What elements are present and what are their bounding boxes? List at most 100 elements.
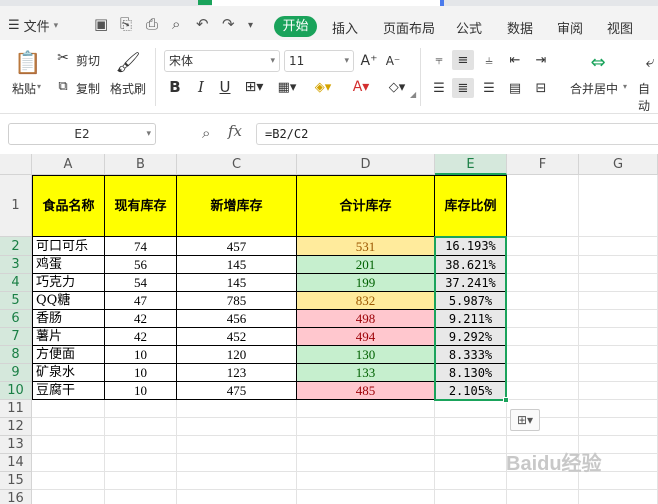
column-header-g[interactable]: G: [579, 154, 658, 175]
increase-font-icon[interactable]: A⁺: [360, 51, 378, 71]
cell[interactable]: [177, 400, 297, 418]
cell[interactable]: [435, 490, 507, 504]
redo-icon[interactable]: ↷: [222, 15, 235, 33]
cell[interactable]: [579, 418, 658, 436]
column-header-f[interactable]: F: [507, 154, 579, 175]
total-stock-cell[interactable]: 199: [297, 274, 435, 292]
row-header-14[interactable]: 14: [0, 454, 32, 472]
formula-input[interactable]: =B2/C2: [256, 123, 658, 145]
cell[interactable]: [32, 490, 105, 504]
row-header-11[interactable]: 11: [0, 400, 32, 418]
food-name-cell[interactable]: 薯片: [32, 328, 105, 346]
new-stock-cell[interactable]: 145: [177, 274, 297, 292]
auto-wrap-label[interactable]: 自动: [638, 80, 658, 114]
row-header-6[interactable]: 6: [0, 310, 32, 328]
current-stock-cell[interactable]: 56: [105, 256, 177, 274]
header-cell[interactable]: 合计库存: [297, 175, 435, 237]
indent-icon[interactable]: ⇥: [530, 50, 552, 70]
row-header-13[interactable]: 13: [0, 436, 32, 454]
merge-center-icon[interactable]: ⇔: [585, 50, 611, 74]
row-header-5[interactable]: 5: [0, 292, 32, 310]
bold-icon[interactable]: B: [166, 76, 184, 98]
justify-icon[interactable]: ▤: [504, 78, 526, 98]
italic-icon[interactable]: I: [192, 76, 210, 98]
save-icon[interactable]: ▣: [94, 15, 108, 33]
tab-insert[interactable]: 插入: [332, 18, 358, 37]
total-stock-cell[interactable]: 832: [297, 292, 435, 310]
cell[interactable]: [177, 472, 297, 490]
cell[interactable]: [105, 454, 177, 472]
tab-formula[interactable]: 公式: [456, 18, 482, 37]
food-name-cell[interactable]: 鸡蛋: [32, 256, 105, 274]
row-header-8[interactable]: 8: [0, 346, 32, 364]
cell[interactable]: [507, 237, 579, 256]
cell[interactable]: [435, 400, 507, 418]
stock-ratio-cell[interactable]: 16.193%: [435, 237, 507, 256]
new-stock-cell[interactable]: 145: [177, 256, 297, 274]
decrease-font-icon[interactable]: A⁻: [384, 51, 402, 71]
row-header-10[interactable]: 10: [0, 382, 32, 400]
column-header-b[interactable]: B: [105, 154, 177, 175]
food-name-cell[interactable]: 巧克力: [32, 274, 105, 292]
outdent-icon[interactable]: ⇤: [504, 50, 526, 70]
cell[interactable]: [507, 346, 579, 364]
cell[interactable]: [32, 400, 105, 418]
distributed-icon[interactable]: ⊟: [530, 78, 552, 98]
food-name-cell[interactable]: 矿泉水: [32, 364, 105, 382]
stock-ratio-cell[interactable]: 9.292%: [435, 328, 507, 346]
align-right-icon[interactable]: ☰: [478, 78, 500, 98]
borders-icon[interactable]: ⊞▾: [242, 76, 266, 98]
total-stock-cell[interactable]: 485: [297, 382, 435, 400]
tab-view[interactable]: 视图: [607, 18, 633, 37]
undo-icon[interactable]: ↶: [196, 15, 209, 33]
column-header-e[interactable]: E: [435, 154, 507, 175]
cut-label[interactable]: 剪切: [76, 52, 100, 69]
current-stock-cell[interactable]: 47: [105, 292, 177, 310]
cell[interactable]: [579, 364, 658, 382]
current-stock-cell[interactable]: 10: [105, 346, 177, 364]
cell[interactable]: [32, 436, 105, 454]
cell[interactable]: [297, 418, 435, 436]
new-stock-cell[interactable]: 123: [177, 364, 297, 382]
total-stock-cell[interactable]: 531: [297, 237, 435, 256]
fill-color-icon[interactable]: ◈▾: [310, 76, 336, 98]
header-cell[interactable]: 新增库存: [177, 175, 297, 237]
format-painter-label[interactable]: 格式刷: [110, 80, 146, 97]
doc-tab[interactable]: [212, 0, 440, 6]
cell[interactable]: [579, 256, 658, 274]
name-box[interactable]: E2 ▾: [8, 123, 156, 145]
header-cell[interactable]: 现有库存: [105, 175, 177, 237]
cell[interactable]: [177, 454, 297, 472]
cell[interactable]: [579, 400, 658, 418]
cell-style-icon[interactable]: ▦▾: [274, 76, 300, 98]
tab-page-layout[interactable]: 页面布局: [383, 18, 435, 37]
row-header-3[interactable]: 3: [0, 256, 32, 274]
cell[interactable]: [435, 472, 507, 490]
align-middle-icon[interactable]: ≡: [452, 50, 474, 70]
total-stock-cell[interactable]: 494: [297, 328, 435, 346]
row-header-4[interactable]: 4: [0, 274, 32, 292]
align-left-icon[interactable]: ☰: [428, 78, 450, 98]
cell[interactable]: [579, 346, 658, 364]
new-stock-cell[interactable]: 456: [177, 310, 297, 328]
cell[interactable]: [507, 256, 579, 274]
column-header-d[interactable]: D: [297, 154, 435, 175]
row-header-2[interactable]: 2: [0, 237, 32, 256]
align-top-icon[interactable]: ⫧: [428, 50, 450, 70]
cell[interactable]: [297, 490, 435, 504]
tab-review[interactable]: 审阅: [557, 18, 583, 37]
food-name-cell[interactable]: 豆腐干: [32, 382, 105, 400]
stock-ratio-cell[interactable]: 38.621%: [435, 256, 507, 274]
font-dialog-launcher-icon[interactable]: ◢: [410, 90, 416, 99]
tab-data[interactable]: 数据: [507, 18, 533, 37]
current-stock-cell[interactable]: 42: [105, 310, 177, 328]
new-stock-cell[interactable]: 475: [177, 382, 297, 400]
merge-center-label[interactable]: 合并居中: [570, 80, 618, 97]
file-menu[interactable]: ☰ 文件 ▾: [8, 16, 58, 35]
paste-label[interactable]: 粘贴: [12, 80, 36, 97]
cell[interactable]: [507, 328, 579, 346]
paste-icon[interactable]: 📋: [14, 50, 42, 76]
new-stock-cell[interactable]: 785: [177, 292, 297, 310]
font-name-select[interactable]: 宋体 ▾: [164, 50, 280, 72]
row-header-9[interactable]: 9: [0, 364, 32, 382]
